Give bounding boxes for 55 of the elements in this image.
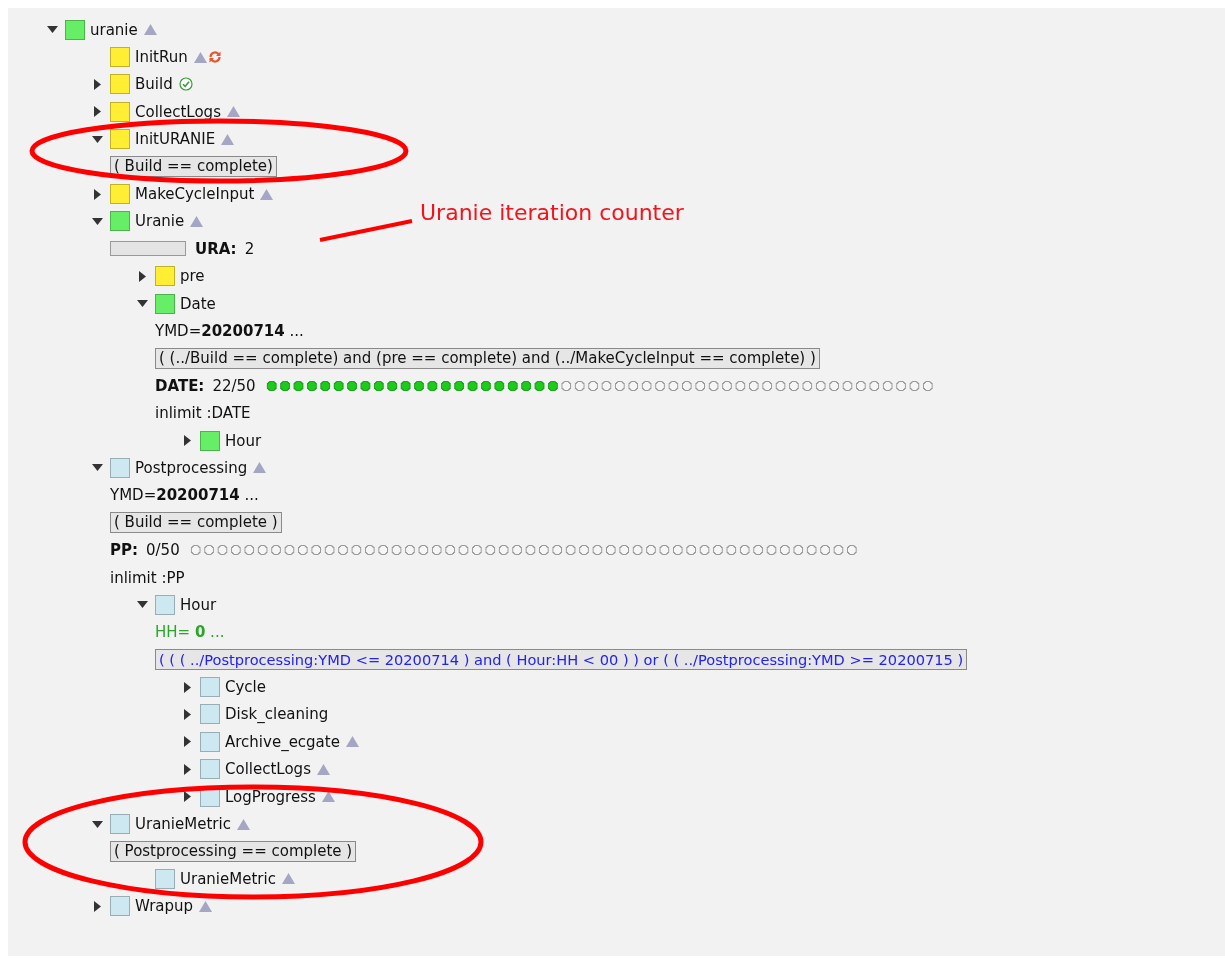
tree-node[interactable]: InitURANIE	[135, 130, 216, 149]
tree-node[interactable]: Date	[180, 294, 216, 313]
tree-node[interactable]: Hour	[180, 595, 217, 614]
caret-icon[interactable]	[91, 820, 103, 828]
repeat-variable: YMD=20200714 ...	[155, 322, 304, 340]
trigger-expression: ( Postprocessing == complete )	[110, 840, 357, 862]
tree-node[interactable]: Cycle	[225, 678, 266, 697]
tree-node[interactable]: UranieMetric	[180, 869, 276, 888]
caret-icon[interactable]	[93, 106, 101, 118]
tree-node[interactable]: CollectLogs	[225, 760, 311, 779]
meter-label: URA:	[195, 239, 237, 258]
limit-value: 22/50	[212, 376, 256, 395]
tree-node[interactable]: Uranie	[135, 212, 185, 231]
caret-icon[interactable]	[138, 270, 146, 282]
caret-icon[interactable]	[46, 26, 58, 34]
caret-icon[interactable]	[183, 791, 191, 803]
trigger-expression: ( Build == complete )	[110, 512, 282, 534]
caret-icon[interactable]	[93, 78, 101, 90]
caret-icon[interactable]	[91, 217, 103, 225]
tree-node[interactable]: Archive_ecgate	[225, 732, 340, 751]
tree-node[interactable]: uranie	[90, 20, 138, 39]
tree-node[interactable]: UranieMetric	[135, 815, 231, 833]
tree-node[interactable]: Postprocessing	[135, 458, 248, 477]
repeat-variable: YMD=20200714 ...	[110, 486, 259, 505]
tree-node[interactable]: pre	[180, 267, 205, 286]
tree-node[interactable]: MakeCycleInput	[135, 185, 255, 204]
caret-icon[interactable]	[183, 681, 191, 693]
caret-icon[interactable]	[136, 601, 148, 609]
limit-label: DATE:	[155, 376, 205, 395]
caret-icon[interactable]	[93, 900, 101, 912]
trigger-expression: ( (../Build == complete) and (pre == complete) and (../MakeCycleInput == complete) )	[155, 347, 820, 369]
caret-icon[interactable]	[93, 188, 101, 200]
inlimit-text: inlimit :PP	[110, 568, 185, 587]
caret-icon[interactable]	[183, 763, 191, 775]
tree-node[interactable]: CollectLogs	[135, 102, 221, 121]
caret-icon[interactable]	[183, 736, 191, 748]
tree-node[interactable]: Wrapup	[135, 897, 194, 916]
caret-icon[interactable]	[91, 135, 103, 143]
trigger-expression: ( ( ( ../Postprocessing:YMD <= 20200714 ) and ( Hour:HH < 00 ) ) or ( ( ../Postprocessing:YMD >= 20200715 )	[155, 649, 968, 671]
tree-node[interactable]: Hour	[225, 431, 262, 450]
tree-node[interactable]: Build	[135, 75, 173, 94]
annotation-text: Uranie iteration counter	[420, 200, 684, 225]
tree-node[interactable]: InitRun	[135, 48, 188, 67]
caret-icon[interactable]	[136, 300, 148, 308]
meter-value: 2	[244, 239, 255, 258]
caret-icon[interactable]	[91, 464, 103, 472]
limit-label: PP:	[110, 541, 138, 560]
tree-node[interactable]: Disk_cleaning	[225, 705, 329, 724]
caret-icon[interactable]	[183, 708, 191, 720]
inlimit-text: inlimit :DATE	[155, 404, 251, 423]
limit-value: 0/50	[146, 541, 180, 560]
trigger-expression: ( Build == complete)	[110, 156, 277, 178]
generated-variable: HH= 0 ...	[155, 623, 225, 642]
caret-icon[interactable]	[183, 435, 191, 447]
tree-node[interactable]: LogProgress	[225, 787, 316, 806]
